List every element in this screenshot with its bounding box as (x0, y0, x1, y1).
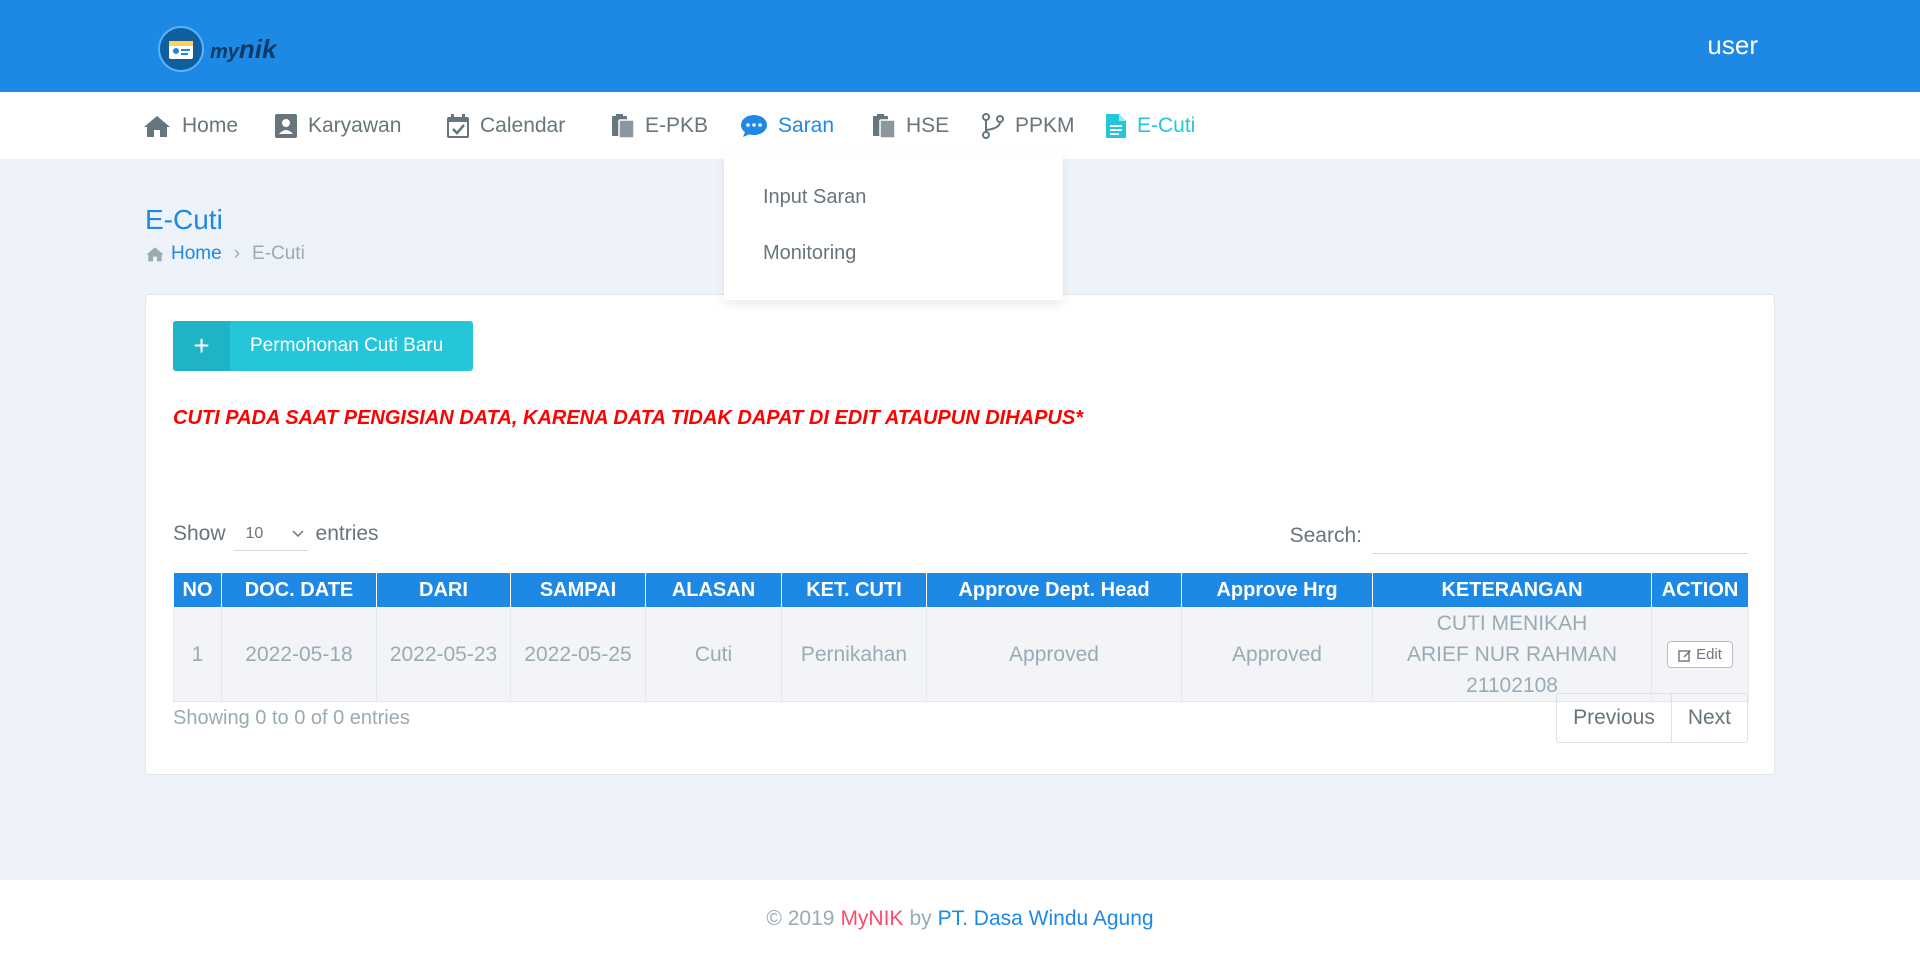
column-header[interactable]: DOC. DATE (221, 572, 377, 608)
plus-icon: + (173, 321, 230, 371)
show-entries: Show 10 entries (173, 517, 379, 551)
column-header[interactable]: DARI (376, 572, 511, 608)
breadcrumb: Home › E-Cuti (145, 243, 305, 265)
nav-saran[interactable]: Saran (740, 92, 834, 159)
user-card-icon (275, 113, 297, 138)
keterangan-line-2: ARIEF NUR RAHMAN 21102108 (1406, 643, 1617, 697)
chevron-down-icon (292, 529, 304, 537)
column-header[interactable]: NO (173, 572, 222, 608)
next-page-button[interactable]: Next (1670, 694, 1747, 742)
top-header: mynik user (0, 0, 1920, 92)
chat-bubble-icon (741, 114, 767, 137)
column-header[interactable]: Approve Hrg (1181, 572, 1373, 608)
app-logo[interactable]: mynik (158, 26, 276, 72)
nav-calendar[interactable]: Calendar (446, 92, 565, 159)
cell-approve-dept-head: Approved (926, 607, 1182, 702)
column-header[interactable]: KET. CUTI (781, 572, 927, 608)
nav-hse[interactable]: HSE (872, 92, 949, 159)
calendar-check-icon (447, 113, 469, 138)
entries-label: entries (315, 522, 379, 545)
nav-epkb-label: E-PKB (645, 113, 709, 137)
table-search: Search: (1290, 517, 1748, 554)
keterangan-line-1: CUTI MENIKAH (1436, 612, 1588, 635)
nav-home-label: Home (182, 113, 239, 137)
menu-item-monitoring[interactable]: Monitoring (763, 242, 856, 265)
user-menu[interactable]: user (1707, 30, 1758, 61)
id-card-icon (158, 26, 204, 72)
logo-name: nik (238, 33, 277, 64)
column-header[interactable]: Approve Dept. Head (926, 572, 1182, 608)
nav-ecuti-label: E-Cuti (1137, 113, 1196, 137)
cell-doc-date: 2022-05-18 (221, 607, 377, 702)
page-footer: © 2019 MyNIK by PT. Dasa Windu Agung (0, 880, 1920, 957)
home-icon (146, 247, 164, 262)
copy-icon (873, 113, 896, 139)
column-header[interactable]: KETERANGAN (1372, 572, 1652, 608)
footer-by: by (909, 906, 932, 930)
branch-icon (982, 112, 1004, 139)
chevron-right-icon: › (233, 243, 241, 264)
main-navbar: Home Karyawan Calendar E-PKB Saran HSE P… (0, 92, 1920, 159)
pagination: Previous Next (1556, 693, 1748, 743)
nav-ppkm[interactable]: PPKM (981, 92, 1075, 159)
menu-item-input-saran[interactable]: Input Saran (763, 186, 866, 209)
column-header: ACTION (1651, 572, 1749, 608)
edit-button-label: Edit (1696, 646, 1722, 663)
edit-button[interactable]: Edit (1667, 641, 1733, 668)
entries-select-value: 10 (245, 524, 264, 542)
nav-hse-label: HSE (906, 113, 950, 137)
entries-select[interactable]: 10 (233, 517, 308, 551)
column-header[interactable]: SAMPAI (510, 572, 646, 608)
nav-epkb[interactable]: E-PKB (611, 92, 708, 159)
column-header[interactable]: ALASAN (645, 572, 782, 608)
nav-home[interactable]: Home (142, 92, 238, 159)
table-info: Showing 0 to 0 of 0 entries (173, 707, 410, 729)
cell-action: Edit (1651, 607, 1749, 702)
saran-dropdown-menu: Input Saran Monitoring (724, 153, 1063, 300)
logo-text: mynik (210, 34, 276, 65)
cell-alasan: Cuti (645, 607, 782, 702)
table-row: 1 2022-05-18 2022-05-23 2022-05-25 Cuti … (173, 607, 1749, 702)
cell-no: 1 (173, 607, 222, 702)
page-title: E-Cuti (145, 204, 223, 235)
new-leave-request-button[interactable]: + Permohonan Cuti Baru (173, 321, 473, 371)
nav-karyawan[interactable]: Karyawan (274, 92, 401, 159)
ecuti-card: + Permohonan Cuti Baru CUTI PADA SAAT PE… (145, 294, 1775, 775)
cell-approve-hrg: Approved (1181, 607, 1373, 702)
nav-ecuti[interactable]: E-Cuti (1105, 92, 1195, 159)
edit-icon (1678, 649, 1692, 662)
cell-sampai: 2022-05-25 (510, 607, 646, 702)
new-leave-request-label: Permohonan Cuti Baru (250, 335, 444, 356)
home-icon (144, 115, 170, 137)
previous-page-button[interactable]: Previous (1557, 694, 1671, 742)
breadcrumb-current: E-Cuti (252, 243, 305, 264)
logo-prefix: my (210, 40, 239, 63)
nav-saran-label: Saran (778, 113, 835, 137)
search-input[interactable] (1372, 517, 1748, 554)
cell-dari: 2022-05-23 (376, 607, 511, 702)
warning-notice: CUTI PADA SAAT PENGISIAN DATA, KARENA DA… (173, 407, 1083, 429)
nav-karyawan-label: Karyawan (308, 113, 402, 137)
breadcrumb-home[interactable]: Home (171, 243, 222, 265)
cell-keterangan: CUTI MENIKAH ARIEF NUR RAHMAN 21102108 (1372, 607, 1652, 702)
footer-company[interactable]: PT. Dasa Windu Agung (938, 907, 1154, 931)
cell-ket-cuti: Pernikahan (781, 607, 927, 702)
leave-table: NO DOC. DATE DARI SAMPAI ALASAN KET. CUT… (173, 572, 1749, 702)
document-icon (1106, 113, 1126, 138)
show-label: Show (173, 522, 226, 545)
search-label: Search: (1289, 523, 1362, 547)
nav-ppkm-label: PPKM (1015, 113, 1075, 137)
nav-calendar-label: Calendar (480, 113, 566, 137)
clipboard-icon (612, 113, 635, 139)
footer-brand[interactable]: MyNIK (840, 907, 903, 931)
footer-copyright: © 2019 (766, 906, 835, 930)
table-header-row: NO DOC. DATE DARI SAMPAI ALASAN KET. CUT… (173, 572, 1749, 608)
